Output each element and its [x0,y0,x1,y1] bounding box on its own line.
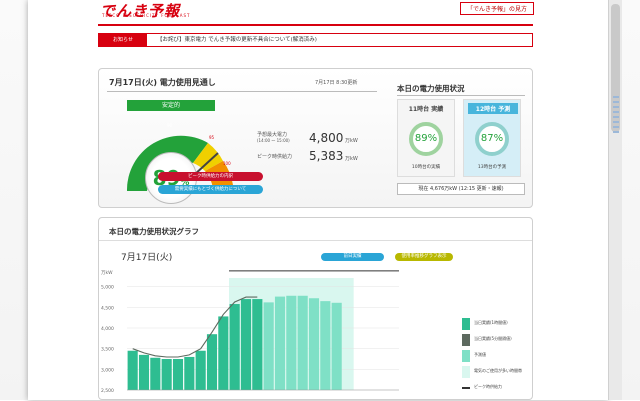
status-badge: 安定的 [127,100,215,111]
usage-graph-panel: 本日の電力使用状況グラフ 7月17日(火) 前日実績 使用率推移グラフ表示 5,… [98,217,533,400]
legend-swatch [462,350,470,362]
legend-label: 予測値 [474,352,486,357]
outlook-title: 7月17日(火) 電力使用見通し [109,78,216,87]
forecast-bar [320,301,331,390]
gauge-label-95: 95 [209,135,215,140]
legend-swatch [462,318,470,330]
actual-bar [229,304,240,390]
legend-label: 電気のご使用が多い時間帯 [474,368,522,373]
legend-item: 当日実績(1時間値) [462,318,532,334]
y-tick-label: 3,500 [101,347,114,353]
y-tick-label: 2,500 [101,388,114,394]
actual-bar [172,359,184,390]
actual-box: 11時台 実績 89% 10時台の実績 [397,99,455,177]
forecast-box: 12時台 予測 87% 13時台の予測 [463,99,521,177]
screenshot-frame: でんき予報 TEPCO ELECTRICITY FORECAST 「でんき予報」… [0,0,640,400]
actual-bar [252,299,263,390]
peak-supply-unit: 万kW [345,156,358,162]
legend-swatch [462,387,470,389]
today-title: 本日の電力使用状況 [397,84,465,93]
actual-bar [150,357,161,390]
peak-supply-breakdown-button[interactable]: ピーク時供給力の内訳 [158,172,263,181]
legend-swatch [462,366,470,378]
how-to-read-link[interactable]: 「でんき予報」の見方 [460,2,535,15]
forecast-foot: 13時台の予測 [477,165,507,170]
outlook-updated: 7月17日 8:30更新 [315,80,358,86]
forecast-bar [297,295,308,390]
actual-bar [184,356,195,390]
y-tick-label: 3,000 [101,367,114,373]
peak-supply-value: 5,383 [309,149,344,163]
peak-demand-value: 4,800 [309,131,344,145]
forecast-percent: 87% [475,122,509,156]
actual-bar [127,350,138,390]
forecast-head: 12時台 予測 [468,103,518,114]
site-logo-subtitle: TEPCO ELECTRICITY FORECAST [102,13,191,18]
current-usage: 現在 4,676万kW (12:15 更新・速報) [397,183,525,195]
notice-bar: お知らせ 【お詫び】東京電力 でんき予報の更新不具合について(解消済み) [98,33,533,47]
peak-demand-unit: 万kW [345,138,358,144]
legend-item: 当日実績(5分間隔値) [462,334,532,350]
actual-foot: 10時台の実績 [411,165,441,170]
peak-supply-label: ピーク時供給力 [257,154,293,160]
gauge-label-90: 90 [167,123,173,128]
peak-demand-time: (14:00 〜 15:00) [257,138,290,143]
header-divider [98,24,533,26]
gauge-label-100: 100 [223,161,231,166]
legend-item: 予測値 [462,350,532,366]
outlook-divider [107,91,377,92]
graph-title: 本日の電力使用状況グラフ [109,227,199,236]
scrollbar-grip [613,96,619,136]
y-tick-label: 4,500 [101,305,114,311]
graph-divider [99,240,532,241]
legend-label: 当日実績(1時間値) [474,320,508,325]
actual-bar [195,350,206,390]
actual-head: 11時台 実績 [408,106,444,113]
forecast-bar [274,296,286,390]
y-tick-label: 4,000 [101,326,114,332]
notice-link[interactable]: 【お詫び】東京電力 でんき予報の更新不具合について(解消済み) [157,34,317,46]
actual-bar [240,299,252,390]
legend-label: 当日実績(5分間隔値) [474,336,512,341]
vertical-scrollbar[interactable] [608,0,622,400]
y-axis-unit: 万kW [101,270,113,276]
forecast-bar [308,298,320,390]
today-divider [397,95,525,96]
actual-bar [218,316,229,390]
y-tick-label: 5,000 [101,285,114,291]
actual-bar [206,334,218,390]
forecast-bar [263,302,274,390]
forecast-bar [331,302,342,390]
actual-bar [138,354,150,390]
actual-bar [161,359,172,390]
legend-swatch [462,334,470,346]
legend-item: ピーク時供給力 [462,382,532,398]
today-usage: 本日の電力使用状況 11時台 実績 89% 10時台の実績 12時台 予測 87… [397,83,525,203]
legend-label: ピーク時供給力 [474,384,502,389]
notice-label: お知らせ [99,34,147,46]
peak-demand-label: 予想最大電力 [257,132,288,138]
forecast-bar [286,295,297,390]
legend-item: 電気のご使用が多い時間帯 [462,366,532,382]
demand-based-supply-button[interactable]: 需要実績にもとづく供給力について [158,185,263,194]
actual-percent: 89% [409,122,443,156]
